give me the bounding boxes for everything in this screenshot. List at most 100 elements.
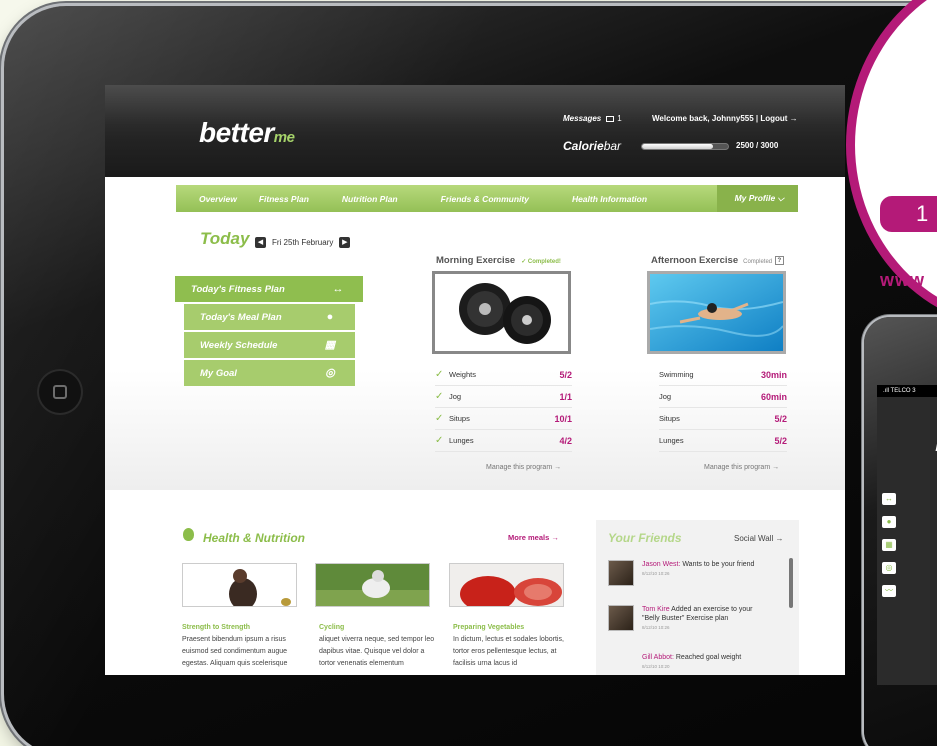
morning-row-situps[interactable]: ✓ Situps 10/1 (435, 408, 572, 430)
article-title-strength[interactable]: Strength to Strength (182, 624, 250, 631)
promo-website[interactable]: www (880, 270, 925, 291)
top-links: Messages 1 Welcome back, Johnny555 | Logo… (563, 114, 798, 123)
afternoon-row-swimming[interactable]: Swimming 30min (659, 364, 787, 386)
runner-photo (183, 564, 296, 606)
friends-title: Your Friends (608, 531, 682, 545)
dumbbell-photo (435, 274, 568, 351)
nav-health-information[interactable]: Health Information (540, 194, 658, 204)
menu-my-goal[interactable]: My Goal ◎ (184, 360, 355, 386)
afternoon-row-jog[interactable]: Jog 60min (659, 386, 787, 408)
brand-logo[interactable]: betterme (199, 117, 295, 149)
next-day-button[interactable]: ▶ (339, 237, 351, 248)
target-icon[interactable]: ◎ (882, 562, 896, 574)
menu-item-label: My Goal (200, 367, 237, 379)
morning-row-jog[interactable]: ✓ Jog 1/1 (435, 386, 572, 408)
value-den: 2 (566, 435, 572, 446)
nav-friends-community[interactable]: Friends & Community (409, 194, 540, 204)
home-button[interactable] (37, 369, 83, 415)
morning-row-weights[interactable]: ✓ Weights 5/2 (435, 364, 572, 386)
tablet-screen: betterme Messages 1 Welcome back, Johnny5… (105, 85, 845, 675)
morning-manage-link[interactable]: Manage this program → (486, 464, 561, 471)
chart-icon[interactable]: 〰 (882, 585, 896, 597)
friends-scrollbar[interactable] (789, 558, 793, 608)
exercise-name: Situps (449, 414, 470, 423)
friend-activity-date: 8/12/10 10:20 (642, 664, 670, 669)
social-wall-link[interactable]: Social Wall → (734, 534, 784, 543)
value-den: 1 (566, 413, 572, 424)
exercise-value: 30min (760, 369, 787, 380)
phone-screen: .ıll TELCO 3 b ↔ ● ▦ ◎ 〰 (877, 385, 937, 685)
nav-fitness-plan[interactable]: Fitness Plan (248, 194, 320, 204)
article-photo-vegetables[interactable] (449, 563, 564, 607)
morning-title-text: Morning Exercise (436, 255, 516, 266)
exercise-value: 60min (760, 391, 787, 402)
brand-suffix: me (273, 129, 295, 146)
brand-name: better (199, 117, 274, 148)
welcome-logout-link[interactable]: Welcome back, Johnny555 | Logout → (652, 114, 798, 123)
calorie-progress-bar (641, 143, 729, 150)
dumbbell-icon: ↔ (332, 283, 344, 295)
friends-panel: Your Friends Social Wall → Jason West: W… (596, 520, 799, 675)
apple-icon: ● (326, 311, 334, 323)
dumbbell-icon[interactable]: ↔ (882, 493, 896, 505)
menu-item-label: Today's Fitness Plan (191, 283, 285, 295)
friend-activity: Gill Abbot: Reached goal weight 8/12/10 1… (642, 653, 741, 671)
friend-activity-date: 8/12/10 10:26 (642, 571, 670, 576)
calendar-icon[interactable]: ▦ (882, 539, 896, 551)
apple-icon[interactable]: ● (882, 516, 896, 528)
home-icon (53, 385, 67, 399)
menu-todays-meal-plan[interactable]: Today's Meal Plan ● (184, 304, 355, 330)
friend-activity-text: Reached goal weight (673, 654, 742, 661)
menu-weekly-schedule[interactable]: Weekly Schedule ▦ (184, 332, 355, 358)
checkmark-icon: ✓ (435, 391, 444, 402)
nav-my-profile-label: My Profile ⌵ (734, 193, 784, 203)
envelope-icon (606, 116, 615, 122)
article-photo-cycling[interactable] (315, 563, 430, 607)
friend-name: Gill Abbot: (642, 654, 674, 661)
exercise-value: 10/1 (554, 413, 572, 424)
article-text-cycling: aliquet viverra neque, sed tempor leo da… (319, 636, 435, 667)
more-meals-link[interactable]: More meals → (508, 533, 559, 542)
exercise-value: 4/2 (559, 435, 572, 446)
exercise-value: 5/2 (774, 435, 787, 446)
afternoon-manage-link[interactable]: Manage this program → (704, 464, 779, 471)
exercise-name: Weights (449, 370, 476, 379)
nav-overview[interactable]: Overview (176, 194, 248, 204)
stage: betterme Messages 1 Welcome back, Johnny5… (0, 0, 937, 746)
afternoon-row-lunges[interactable]: Lunges 5/2 (659, 430, 787, 452)
checkmark-icon: ✓ (435, 369, 444, 380)
article-photo-strength[interactable] (182, 563, 297, 607)
messages-link[interactable]: Messages (563, 114, 601, 123)
promo-badge-tab: 1 (880, 196, 937, 232)
apple-icon (183, 528, 194, 541)
article-title-cycling[interactable]: Cycling (319, 624, 344, 631)
afternoon-row-situps[interactable]: Situps 5/2 (659, 408, 787, 430)
morning-row-lunges[interactable]: ✓ Lunges 4/2 (435, 430, 572, 452)
phone-status-bar: .ıll TELCO 3 (877, 385, 937, 397)
calorie-value: 2500 / 3000 (736, 141, 779, 150)
exercise-name: Swimming (659, 370, 694, 379)
current-date: Fri 25th February (272, 238, 334, 247)
help-icon[interactable]: ? (774, 256, 784, 265)
menu-todays-fitness-plan[interactable]: Today's Fitness Plan ↔ (175, 276, 363, 302)
value-num: 1 (559, 391, 565, 402)
exercise-name: Jog (449, 392, 462, 401)
morning-exercise-image (432, 271, 571, 354)
friend-name: Jason West: (642, 561, 681, 568)
value-num: 5 (774, 413, 780, 424)
article-title-vegetables[interactable]: Preparing Vegetables (453, 624, 524, 631)
exercise-value: 1/1 (559, 391, 572, 402)
article-text-vegetables: In dictum, lectus et sodales lobortis, t… (453, 636, 564, 667)
cyclist-photo (316, 564, 429, 606)
prev-day-button[interactable]: ◀ (255, 237, 266, 248)
nav-my-profile[interactable]: My Profile ⌵ (716, 185, 798, 212)
checkmark-icon: ✓ (435, 413, 444, 424)
afternoon-status: Completed (743, 259, 773, 265)
calorie-progress-fill (642, 144, 714, 149)
exercise-name: Situps (659, 414, 680, 423)
calorie-label-bold: Calorie (563, 139, 604, 153)
nav-nutrition-plan[interactable]: Nutrition Plan (320, 194, 409, 204)
target-icon: ◎ (325, 367, 335, 379)
friend-activity-text: Wants to be your friend (680, 561, 755, 568)
exercise-name: Jog (659, 392, 672, 401)
